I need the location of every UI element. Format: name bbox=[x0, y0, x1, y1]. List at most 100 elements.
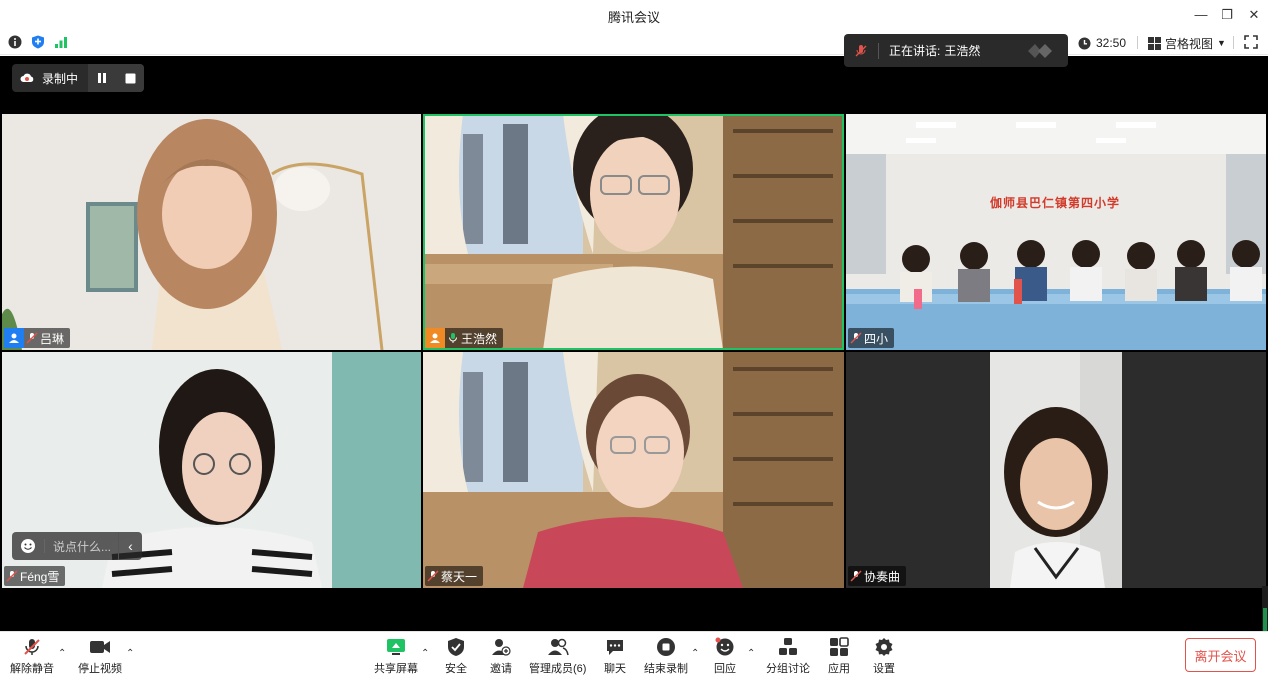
manage-members-button[interactable]: 管理成员(6) bbox=[529, 636, 586, 676]
chat-label: 聊天 bbox=[604, 663, 626, 675]
participant-name: 四小 bbox=[864, 331, 889, 346]
leave-meeting-button[interactable]: 离开会议 bbox=[1185, 638, 1256, 672]
manage-members-label: 管理成员(6) bbox=[529, 663, 587, 675]
divider bbox=[1233, 36, 1234, 49]
participant-name: Féng雪 bbox=[20, 569, 60, 584]
chevron-up-icon[interactable]: ⌃ bbox=[421, 648, 429, 659]
security-button[interactable]: 安全 bbox=[444, 636, 468, 676]
mic-muted-icon bbox=[848, 328, 864, 348]
video-tile[interactable]: 协奏曲 bbox=[846, 352, 1266, 588]
chevron-up-icon[interactable]: ⌃ bbox=[58, 648, 66, 659]
shield-icon bbox=[444, 636, 468, 658]
participant-name: 协奏曲 bbox=[864, 569, 901, 584]
host-icon bbox=[4, 328, 24, 348]
apps-button[interactable]: 应用 bbox=[827, 636, 851, 676]
chevron-up-icon[interactable]: ⌃ bbox=[126, 648, 134, 659]
chat-quick-input[interactable]: 说点什么... ‹ bbox=[12, 532, 142, 560]
mic-muted-icon bbox=[20, 636, 44, 658]
emoji-icon[interactable] bbox=[20, 538, 36, 554]
bottom-toolbar: 解除静音 ⌃ 停止视频 ⌃ 共享屏幕 ⌃ 安全 邀请 管理成员(6) 聊天 结束… bbox=[0, 631, 1268, 678]
video-tile-active-speaker[interactable]: 王浩然 bbox=[423, 114, 844, 350]
share-screen-label: 共享屏幕 bbox=[374, 663, 418, 675]
signal-icon[interactable] bbox=[54, 35, 68, 49]
apps-icon bbox=[827, 636, 851, 658]
pause-icon bbox=[98, 73, 106, 83]
participant-name-tag: 协奏曲 bbox=[848, 566, 907, 586]
mic-muted-icon bbox=[425, 566, 441, 586]
speaking-prefix: 正在讲话: bbox=[889, 44, 941, 58]
unmute-label: 解除静音 bbox=[10, 663, 54, 675]
settings-label: 设置 bbox=[873, 663, 895, 675]
chevron-left-icon[interactable]: ‹ bbox=[118, 532, 142, 560]
audio-wave-icon bbox=[1028, 44, 1052, 58]
cloud-record-icon bbox=[20, 73, 34, 82]
info-bar: 32:50 宫格视图 ▼ bbox=[0, 30, 1268, 55]
stop-icon bbox=[125, 73, 135, 83]
invite-label: 邀请 bbox=[490, 663, 512, 675]
video-stage: 录制中 正在讲话: 王浩然 吕琳 王浩然 伽师县巴仁镇第四小学 四小 说点什么.… bbox=[0, 34, 1268, 631]
participant-video bbox=[2, 114, 421, 350]
settings-button[interactable]: 设置 bbox=[872, 636, 896, 676]
grid-icon bbox=[1148, 36, 1161, 50]
chevron-up-icon[interactable]: ⌃ bbox=[747, 648, 755, 659]
pause-record-button[interactable] bbox=[88, 64, 116, 92]
unmute-button[interactable]: 解除静音 bbox=[10, 636, 54, 676]
title-bar: 腾讯会议 — ❐ ✕ bbox=[0, 0, 1268, 30]
meeting-timer: 32:50 bbox=[1078, 33, 1126, 53]
gear-icon bbox=[872, 636, 896, 658]
participant-video bbox=[423, 114, 844, 350]
view-mode-label: 宫格视图 bbox=[1165, 36, 1214, 51]
breakout-rooms-button[interactable]: 分组讨论 bbox=[766, 636, 810, 676]
share-screen-icon bbox=[384, 636, 408, 658]
video-tile[interactable]: 蔡天一 bbox=[423, 352, 844, 588]
close-icon[interactable]: ✕ bbox=[1243, 4, 1265, 26]
participant-name: 王浩然 bbox=[461, 331, 498, 346]
chat-button[interactable]: 聊天 bbox=[603, 636, 627, 676]
share-screen-button[interactable]: 共享屏幕 bbox=[374, 636, 418, 676]
mic-muted-icon bbox=[4, 566, 20, 586]
mic-muted-icon bbox=[24, 328, 40, 348]
fullscreen-icon[interactable] bbox=[1244, 35, 1258, 49]
video-camera-icon bbox=[88, 636, 112, 658]
participant-video bbox=[990, 352, 1122, 588]
divider bbox=[44, 539, 45, 553]
recording-indicator: 录制中 bbox=[12, 64, 144, 92]
view-mode-button[interactable]: 宫格视图 ▼ bbox=[1148, 33, 1226, 53]
reaction-icon bbox=[713, 636, 737, 658]
participant-video bbox=[846, 114, 1266, 350]
video-tile[interactable]: 吕琳 bbox=[2, 114, 421, 350]
mic-muted-icon bbox=[848, 566, 864, 586]
video-tile[interactable]: 说点什么... ‹ Féng雪 bbox=[2, 352, 421, 588]
record-stop-icon bbox=[654, 636, 678, 658]
chat-icon bbox=[603, 636, 627, 658]
stop-record-button[interactable] bbox=[116, 64, 144, 92]
chat-placeholder: 说点什么... bbox=[53, 539, 112, 554]
invite-user-icon bbox=[489, 636, 513, 658]
video-tile[interactable]: 伽师县巴仁镇第四小学 四小 bbox=[846, 114, 1266, 350]
stop-recording-button[interactable]: 结束录制 bbox=[644, 636, 688, 676]
stop-video-button[interactable]: 停止视频 bbox=[78, 636, 122, 676]
participant-name-tag: 四小 bbox=[848, 328, 895, 348]
timer-text: 32:50 bbox=[1096, 36, 1127, 50]
apps-label: 应用 bbox=[828, 663, 850, 675]
info-icon[interactable] bbox=[8, 35, 22, 49]
invite-button[interactable]: 邀请 bbox=[489, 636, 513, 676]
participant-video bbox=[423, 352, 844, 588]
participant-name-tag: 王浩然 bbox=[425, 328, 504, 348]
divider bbox=[878, 42, 879, 59]
participant-name: 吕琳 bbox=[40, 331, 65, 346]
speaking-indicator: 正在讲话: 王浩然 bbox=[844, 34, 1068, 67]
mic-muted-icon bbox=[855, 44, 867, 56]
host-icon bbox=[425, 328, 445, 348]
chevron-up-icon[interactable]: ⌃ bbox=[691, 648, 699, 659]
restore-icon[interactable]: ❐ bbox=[1216, 4, 1238, 26]
minimize-icon[interactable]: — bbox=[1190, 4, 1212, 26]
react-button[interactable]: 回应 bbox=[713, 636, 737, 676]
chevron-down-icon: ▼ bbox=[1217, 38, 1226, 48]
divider bbox=[1137, 36, 1138, 49]
shield-icon[interactable] bbox=[31, 35, 45, 49]
window-title: 腾讯会议 bbox=[607, 10, 660, 25]
participant-name: 蔡天一 bbox=[441, 569, 478, 584]
stop-video-label: 停止视频 bbox=[78, 663, 122, 675]
recording-label: 录制中 bbox=[42, 71, 79, 86]
